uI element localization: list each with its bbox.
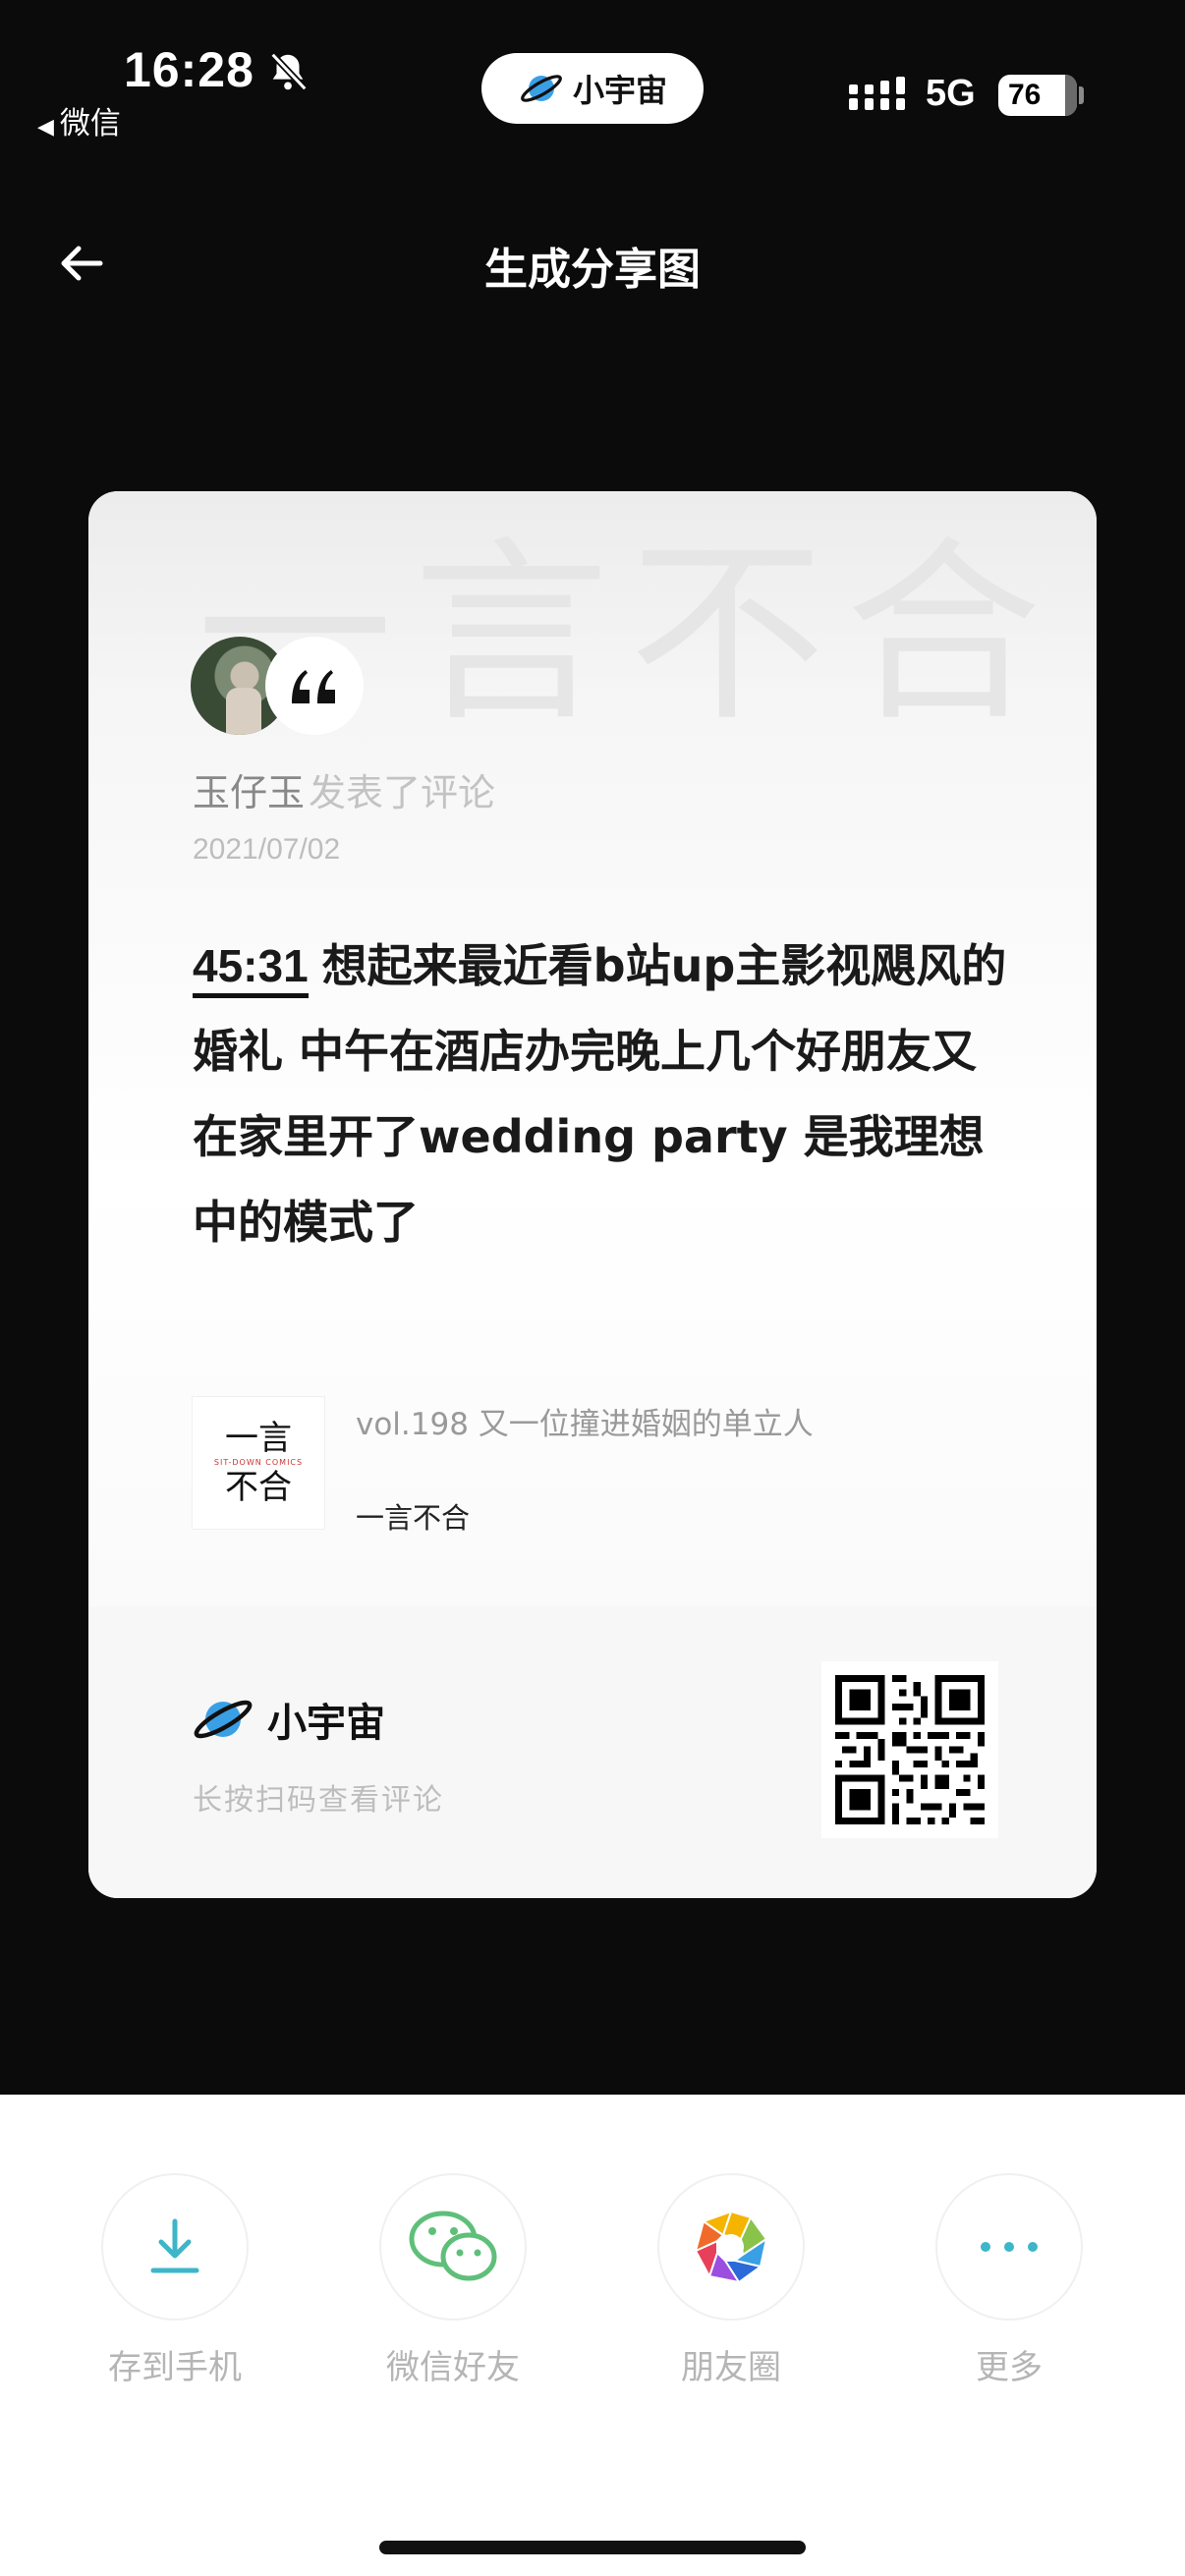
episode-title: vol.198 又一位撞进婚姻的单立人 — [356, 1407, 814, 1442]
battery-nub — [1079, 86, 1084, 104]
episode-cover: 一言 SIT-DOWN COMICS 不合 — [193, 1397, 324, 1529]
wechat-friend-button[interactable]: 微信好友 — [355, 2173, 551, 2388]
share-label: 微信好友 — [386, 2348, 520, 2387]
comment-body: 想起来最近看b站up主影视飓风的婚礼 中午在酒店办完晚上几个好朋友又在家里开了w… — [193, 939, 1007, 1249]
battery-level: 76 — [1008, 79, 1042, 111]
status-time: 16:28 — [124, 42, 254, 97]
author-line: 玉仔玉 发表了评论 — [193, 762, 495, 816]
author-action: 发表了评论 — [309, 771, 496, 814]
back-app-label: 微信 — [59, 106, 121, 141]
share-sheet: 存到手机 微信好友 朋友圈 更多 — [0, 2095, 1185, 2576]
card-footer: 小宇宙 长按扫码查看评论 — [88, 1606, 1097, 1898]
quote-icon — [265, 637, 364, 735]
comment-timestamp: 45:31 — [193, 938, 309, 998]
comment-date: 2021/07/02 — [193, 833, 341, 866]
status-bar: 16:28 ◀ 微信 小宇宙 5G 76 — [0, 0, 1185, 141]
more-button[interactable]: 更多 — [911, 2173, 1107, 2388]
card-content: 一言不合 玉仔玉 发表了评论 2021/07/02 45:31 想起来最近看b站up… — [88, 491, 1097, 1606]
back-to-wechat[interactable]: ◀ 微信 — [37, 98, 121, 142]
cover-line-1: 一言 — [225, 1419, 292, 1458]
more-icon — [935, 2173, 1083, 2321]
footer-brand: 小宇宙 — [191, 1691, 385, 1748]
cover-line-2: 不合 — [225, 1468, 292, 1507]
download-icon — [101, 2173, 249, 2321]
capsule-brand: 小宇宙 — [572, 72, 667, 109]
share-label: 朋友圈 — [681, 2348, 781, 2387]
qr-code — [821, 1661, 998, 1838]
signal-icon — [849, 77, 905, 110]
page-title: 生成分享图 — [484, 245, 701, 295]
share-card: 一言不合 玉仔玉 发表了评论 2021/07/02 45:31 想起来最近看b站up… — [88, 491, 1097, 1898]
back-triangle-icon: ◀ — [37, 115, 54, 140]
wechat-icon — [379, 2173, 527, 2321]
share-label: 存到手机 — [108, 2348, 242, 2387]
footer-brand-name: 小宇宙 — [267, 1701, 385, 1746]
moments-icon — [657, 2173, 805, 2321]
podcast-name: 一言不合 — [356, 1501, 471, 1535]
planet-icon — [521, 75, 562, 102]
network-label: 5G — [926, 73, 976, 114]
home-indicator[interactable] — [379, 2541, 806, 2554]
battery-indicator: 76 — [998, 75, 1077, 116]
author-name: 玉仔玉 — [193, 771, 306, 814]
share-label: 更多 — [976, 2348, 1043, 2387]
save-to-phone-button[interactable]: 存到手机 — [77, 2173, 273, 2388]
comment-text: 45:31 想起来最近看b站up主影视飓风的婚礼 中午在酒店办完晚上几个好朋友又在… — [193, 924, 1008, 1265]
moments-button[interactable]: 朋友圈 — [633, 2173, 829, 2388]
mini-program-capsule[interactable]: 小宇宙 — [481, 53, 704, 124]
bell-muted-icon — [270, 52, 308, 91]
scan-hint: 长按扫码查看评论 — [193, 1783, 444, 1818]
planet-icon — [194, 1700, 253, 1739]
